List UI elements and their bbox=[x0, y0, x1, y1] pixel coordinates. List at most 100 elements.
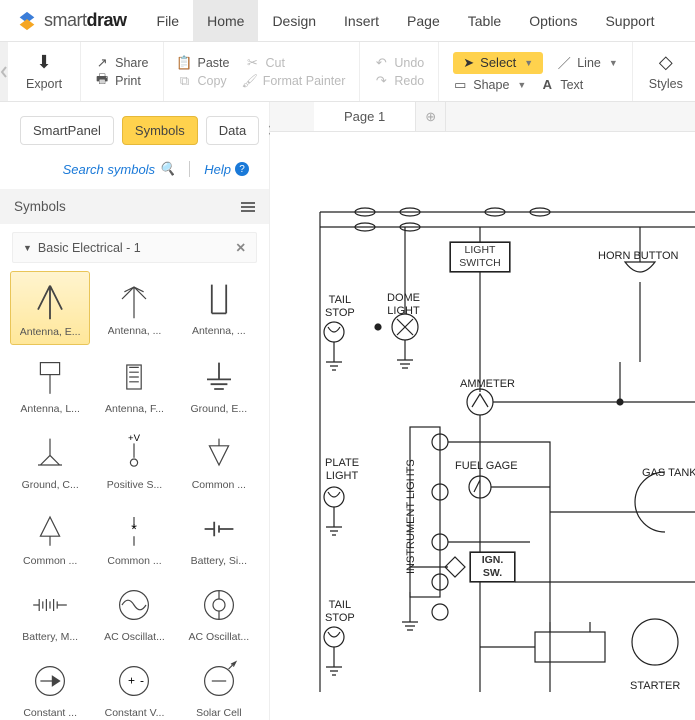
symbol-group-header[interactable]: ▼ Basic Electrical - 1 ✕ bbox=[12, 232, 257, 263]
symbol-item[interactable]: Battery, Si... bbox=[179, 501, 259, 573]
symbol-label: Antenna, ... bbox=[192, 325, 246, 337]
symbol-item[interactable]: Battery, M... bbox=[10, 577, 90, 649]
select-button[interactable]: ➤Select▼ bbox=[453, 52, 543, 74]
symbol-item[interactable]: Antenna, E... bbox=[10, 271, 90, 345]
undo-icon: ↶ bbox=[374, 56, 388, 70]
symbol-label: Positive S... bbox=[107, 479, 162, 491]
menu-insert[interactable]: Insert bbox=[330, 0, 393, 41]
menu-home[interactable]: Home bbox=[193, 0, 258, 41]
tab-smartpanel[interactable]: SmartPanel bbox=[20, 116, 114, 145]
label-tail-stop-2: TAIL STOP bbox=[325, 599, 355, 625]
close-group-button[interactable]: ✕ bbox=[236, 240, 246, 255]
styles-button[interactable]: Styles bbox=[649, 77, 683, 91]
logo-text-light: smart bbox=[44, 10, 87, 30]
export-button[interactable]: Export bbox=[26, 77, 62, 91]
menu-page[interactable]: Page bbox=[393, 0, 454, 41]
copy-button[interactable]: ⧉Copy bbox=[178, 74, 227, 88]
tab-data[interactable]: Data bbox=[206, 116, 259, 145]
symbol-label: Antenna, E... bbox=[20, 326, 81, 338]
redo-icon: ↷ bbox=[374, 74, 388, 88]
symbol-item[interactable]: Antenna, L... bbox=[10, 349, 90, 421]
export-icon: ⬇ bbox=[37, 52, 52, 73]
symbol-icon: +V bbox=[110, 431, 158, 475]
cut-button[interactable]: ✂Cut bbox=[245, 56, 284, 70]
help-link[interactable]: Help? bbox=[204, 161, 249, 177]
collapse-ribbon-button[interactable] bbox=[0, 42, 8, 101]
symbol-icon: * bbox=[110, 507, 158, 551]
search-symbols-link[interactable]: Search symbols🔍 bbox=[63, 161, 176, 177]
symbol-label: Battery, M... bbox=[22, 631, 78, 643]
svg-text:*: * bbox=[132, 522, 138, 538]
text-icon: A bbox=[540, 78, 554, 92]
symbol-label: Common ... bbox=[107, 555, 161, 567]
menu-options[interactable]: Options bbox=[515, 0, 591, 41]
paste-button[interactable]: 📋Paste bbox=[178, 56, 230, 70]
symbol-icon bbox=[195, 277, 243, 321]
menu-table[interactable]: Table bbox=[454, 0, 515, 41]
symbol-item[interactable]: Antenna, ... bbox=[179, 271, 259, 345]
symbol-item[interactable]: Antenna, F... bbox=[94, 349, 174, 421]
label-fuel-gage: FUEL GAGE bbox=[455, 460, 518, 473]
label-gas-tank: GAS TANK bbox=[642, 467, 695, 480]
symbol-item[interactable]: Constant ... bbox=[10, 653, 90, 720]
symbol-icon: +- bbox=[110, 659, 158, 703]
redo-button[interactable]: ↷Redo bbox=[374, 74, 424, 88]
symbol-item[interactable]: AC Oscillat... bbox=[94, 577, 174, 649]
canvas[interactable]: TAIL STOP DOME LIGHT LIGHT SWITCH HORN B… bbox=[270, 132, 695, 720]
symbol-icon bbox=[195, 507, 243, 551]
symbol-icon bbox=[195, 431, 243, 475]
cut-icon: ✂ bbox=[245, 56, 259, 70]
add-page-button[interactable]: ⊕ bbox=[416, 102, 446, 131]
symbol-item[interactable]: Antenna, ... bbox=[94, 271, 174, 345]
symbol-label: AC Oscillat... bbox=[104, 631, 165, 643]
tab-symbols[interactable]: Symbols bbox=[122, 116, 198, 145]
symbol-item[interactable]: Common ... bbox=[10, 501, 90, 573]
symbol-icon bbox=[26, 583, 74, 627]
symbol-label: Antenna, L... bbox=[20, 403, 80, 415]
help-icon: ? bbox=[235, 162, 249, 176]
symbol-item[interactable]: Common ... bbox=[179, 425, 259, 497]
label-dome-light: DOME LIGHT bbox=[387, 292, 420, 318]
symbol-icon bbox=[26, 507, 74, 551]
shape-icon: ▭ bbox=[453, 78, 467, 92]
symbol-item[interactable]: AC Oscillat... bbox=[179, 577, 259, 649]
label-horn-button: HORN BUTTON bbox=[598, 250, 678, 263]
symbol-icon bbox=[195, 583, 243, 627]
hamburger-icon[interactable] bbox=[241, 202, 255, 212]
svg-text:+V: +V bbox=[128, 433, 141, 444]
symbol-label: Ground, C... bbox=[22, 479, 79, 491]
brush-icon: 🖌 bbox=[243, 74, 257, 88]
styles-icon: ◇ bbox=[659, 52, 673, 73]
symbol-item[interactable]: Ground, E... bbox=[179, 349, 259, 421]
symbol-item[interactable]: +-Constant V... bbox=[94, 653, 174, 720]
undo-button[interactable]: ↶Undo bbox=[374, 56, 424, 70]
menu-design[interactable]: Design bbox=[258, 0, 330, 41]
print-button[interactable]: 🖶Print bbox=[95, 74, 148, 88]
menu-file[interactable]: File bbox=[143, 0, 194, 41]
menu-support[interactable]: Support bbox=[591, 0, 668, 41]
symbol-icon bbox=[110, 355, 158, 399]
line-button[interactable]: ／Line▼ bbox=[557, 56, 618, 70]
symbol-icon bbox=[195, 659, 243, 703]
symbol-item[interactable]: +V Positive S... bbox=[94, 425, 174, 497]
label-starter: STARTER bbox=[630, 680, 680, 693]
text-button[interactable]: AText bbox=[540, 78, 583, 92]
divider bbox=[189, 161, 190, 177]
symbol-icon bbox=[195, 355, 243, 399]
label-instrument-lights: INSTRUMENT LIGHTS bbox=[405, 459, 418, 574]
symbol-label: Ground, E... bbox=[191, 403, 248, 415]
page-tab[interactable]: Page 1 bbox=[314, 102, 416, 131]
share-button[interactable]: ↗Share bbox=[95, 56, 148, 70]
line-icon: ／ bbox=[557, 56, 571, 70]
symbol-item[interactable]: Solar Cell bbox=[179, 653, 259, 720]
symbol-item[interactable]: * Common ... bbox=[94, 501, 174, 573]
symbol-item[interactable]: Ground, C... bbox=[10, 425, 90, 497]
symbol-icon bbox=[26, 431, 74, 475]
shape-button[interactable]: ▭Shape▼ bbox=[453, 78, 526, 92]
logo-icon bbox=[16, 10, 38, 32]
format-painter-button[interactable]: 🖌Format Painter bbox=[243, 74, 346, 88]
svg-text:+: + bbox=[128, 674, 135, 688]
print-icon: 🖶 bbox=[95, 74, 109, 88]
symbol-icon bbox=[26, 355, 74, 399]
symbol-label: Antenna, F... bbox=[105, 403, 164, 415]
